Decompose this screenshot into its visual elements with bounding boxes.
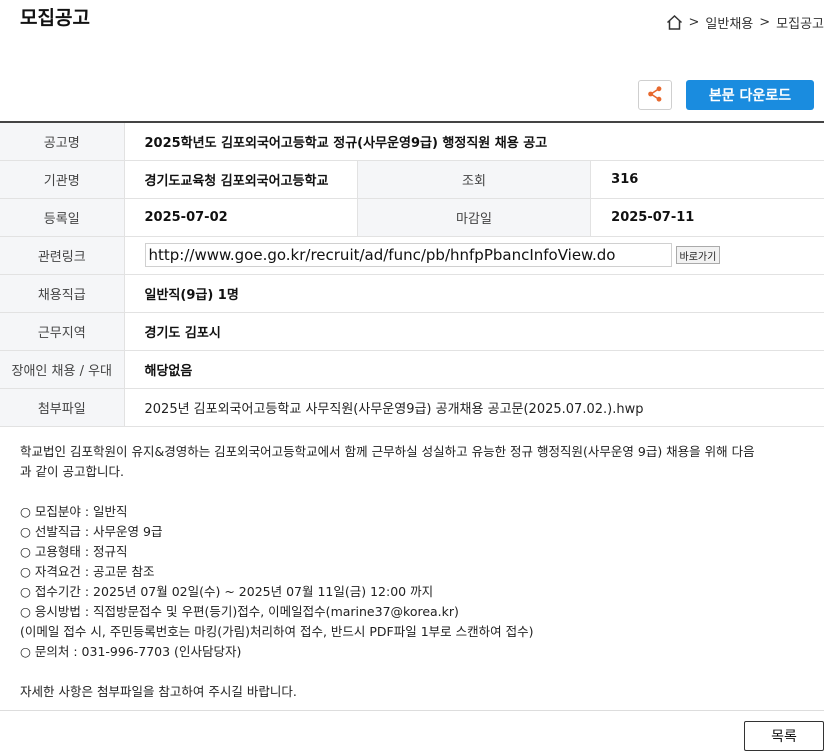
- link-label: 관련링크: [0, 236, 125, 275]
- intro-paragraph: 학교법인 김포학원이 유지&경영하는 김포외국어고등학교에서 함께 근무하실 성…: [20, 442, 800, 482]
- link-cell: 바로가기: [124, 236, 824, 275]
- reg-date-label: 등록일: [0, 198, 125, 237]
- region-label: 근무지역: [0, 312, 125, 351]
- reg-date-value: 2025-07-02: [124, 198, 358, 237]
- list-item: ○ 응시방법 : 직접방문접수 및 우편(등기)접수, 이메일접수(marine…: [20, 604, 459, 619]
- breadcrumb-separator: >: [759, 14, 771, 30]
- views-label: 조회: [356, 160, 592, 199]
- detail-list: ○ 모집분야 : 일반직 ○ 선발직급 : 사무운영 9급 ○ 고용형태 : 정…: [20, 502, 800, 662]
- table-row: 장애인 채용 / 우대 해당없음: [0, 350, 824, 389]
- intro-line: 과 같이 공고합니다.: [20, 464, 124, 479]
- list-item: ○ 자격요건 : 공고문 참조: [20, 564, 155, 579]
- attachment-link[interactable]: 2025년 김포외국어고등학교 사무직원(사무운영9급) 공개채용 공고문(20…: [124, 388, 824, 427]
- go-to-link-button[interactable]: 바로가기: [675, 246, 721, 264]
- table-row: 기관명 경기도교육청 김포외국어고등학교 조회 316: [0, 160, 824, 199]
- title-label: 공고명: [0, 122, 125, 161]
- breadcrumb-item-general[interactable]: 일반채용: [705, 13, 753, 32]
- page-title: 모집공고: [20, 7, 90, 29]
- list-item: ○ 접수기간 : 2025년 07월 02일(수) ~ 2025년 07월 11…: [20, 584, 434, 599]
- intro-line: 학교법인 김포학원이 유지&경영하는 김포외국어고등학교에서 함께 근무하실 성…: [20, 444, 755, 459]
- list-button[interactable]: 목록: [744, 721, 824, 751]
- share-button[interactable]: [638, 80, 672, 110]
- announcement-body: 학교법인 김포학원이 유지&경영하는 김포외국어고등학교에서 함께 근무하실 성…: [20, 442, 800, 702]
- home-icon[interactable]: [666, 14, 683, 31]
- attachment-label: 첨부파일: [0, 388, 125, 427]
- job-info-table: 공고명 2025학년도 김포외국어고등학교 정규(사무운영9급) 행정직원 채용…: [0, 121, 824, 427]
- breadcrumb-item-current[interactable]: 모집공고: [776, 13, 824, 32]
- table-row: 첨부파일 2025년 김포외국어고등학교 사무직원(사무운영9급) 공개채용 공…: [0, 388, 824, 427]
- table-row: 등록일 2025-07-02 마감일 2025-07-11: [0, 198, 824, 237]
- position-label: 채용직급: [0, 274, 125, 313]
- deadline-label: 마감일: [356, 198, 592, 237]
- list-item: ○ 선발직급 : 사무운영 9급: [20, 524, 163, 539]
- deadline-value: 2025-07-11: [590, 198, 824, 237]
- list-item: ○ 문의처 : 031-996-7703 (인사담당자): [20, 644, 242, 659]
- position-value: 일반직(9급) 1명: [124, 274, 824, 313]
- breadcrumb-separator: >: [688, 14, 700, 30]
- views-value: 316: [590, 160, 824, 199]
- table-row: 근무지역 경기도 김포시: [0, 312, 824, 351]
- closing-note: 자세한 사항은 첨부파일을 참고하여 주시길 바랍니다.: [20, 684, 297, 699]
- region-value: 경기도 김포시: [124, 312, 824, 351]
- breadcrumb: > 일반채용 > 모집공고: [666, 12, 824, 32]
- table-row: 채용직급 일반직(9급) 1명: [0, 274, 824, 313]
- org-value: 경기도교육청 김포외국어고등학교: [124, 160, 358, 199]
- divider: [0, 710, 824, 711]
- related-link-field[interactable]: [144, 243, 672, 267]
- title-value: 2025학년도 김포외국어고등학교 정규(사무운영9급) 행정직원 채용 공고: [124, 122, 824, 161]
- download-button[interactable]: 본문 다운로드: [686, 80, 814, 110]
- list-item: ○ 모집분야 : 일반직: [20, 504, 128, 519]
- list-item: (이메일 접수 시, 주민등록번호는 마킹(가림)처리하여 접수, 반드시 PD…: [20, 624, 534, 639]
- share-icon: [646, 85, 664, 106]
- org-label: 기관명: [0, 160, 125, 199]
- disability-label: 장애인 채용 / 우대: [0, 350, 125, 389]
- disability-value: 해당없음: [124, 350, 824, 389]
- list-item: ○ 고용형태 : 정규직: [20, 544, 128, 559]
- table-row: 공고명 2025학년도 김포외국어고등학교 정규(사무운영9급) 행정직원 채용…: [0, 122, 824, 161]
- table-row: 관련링크 바로가기: [0, 236, 824, 275]
